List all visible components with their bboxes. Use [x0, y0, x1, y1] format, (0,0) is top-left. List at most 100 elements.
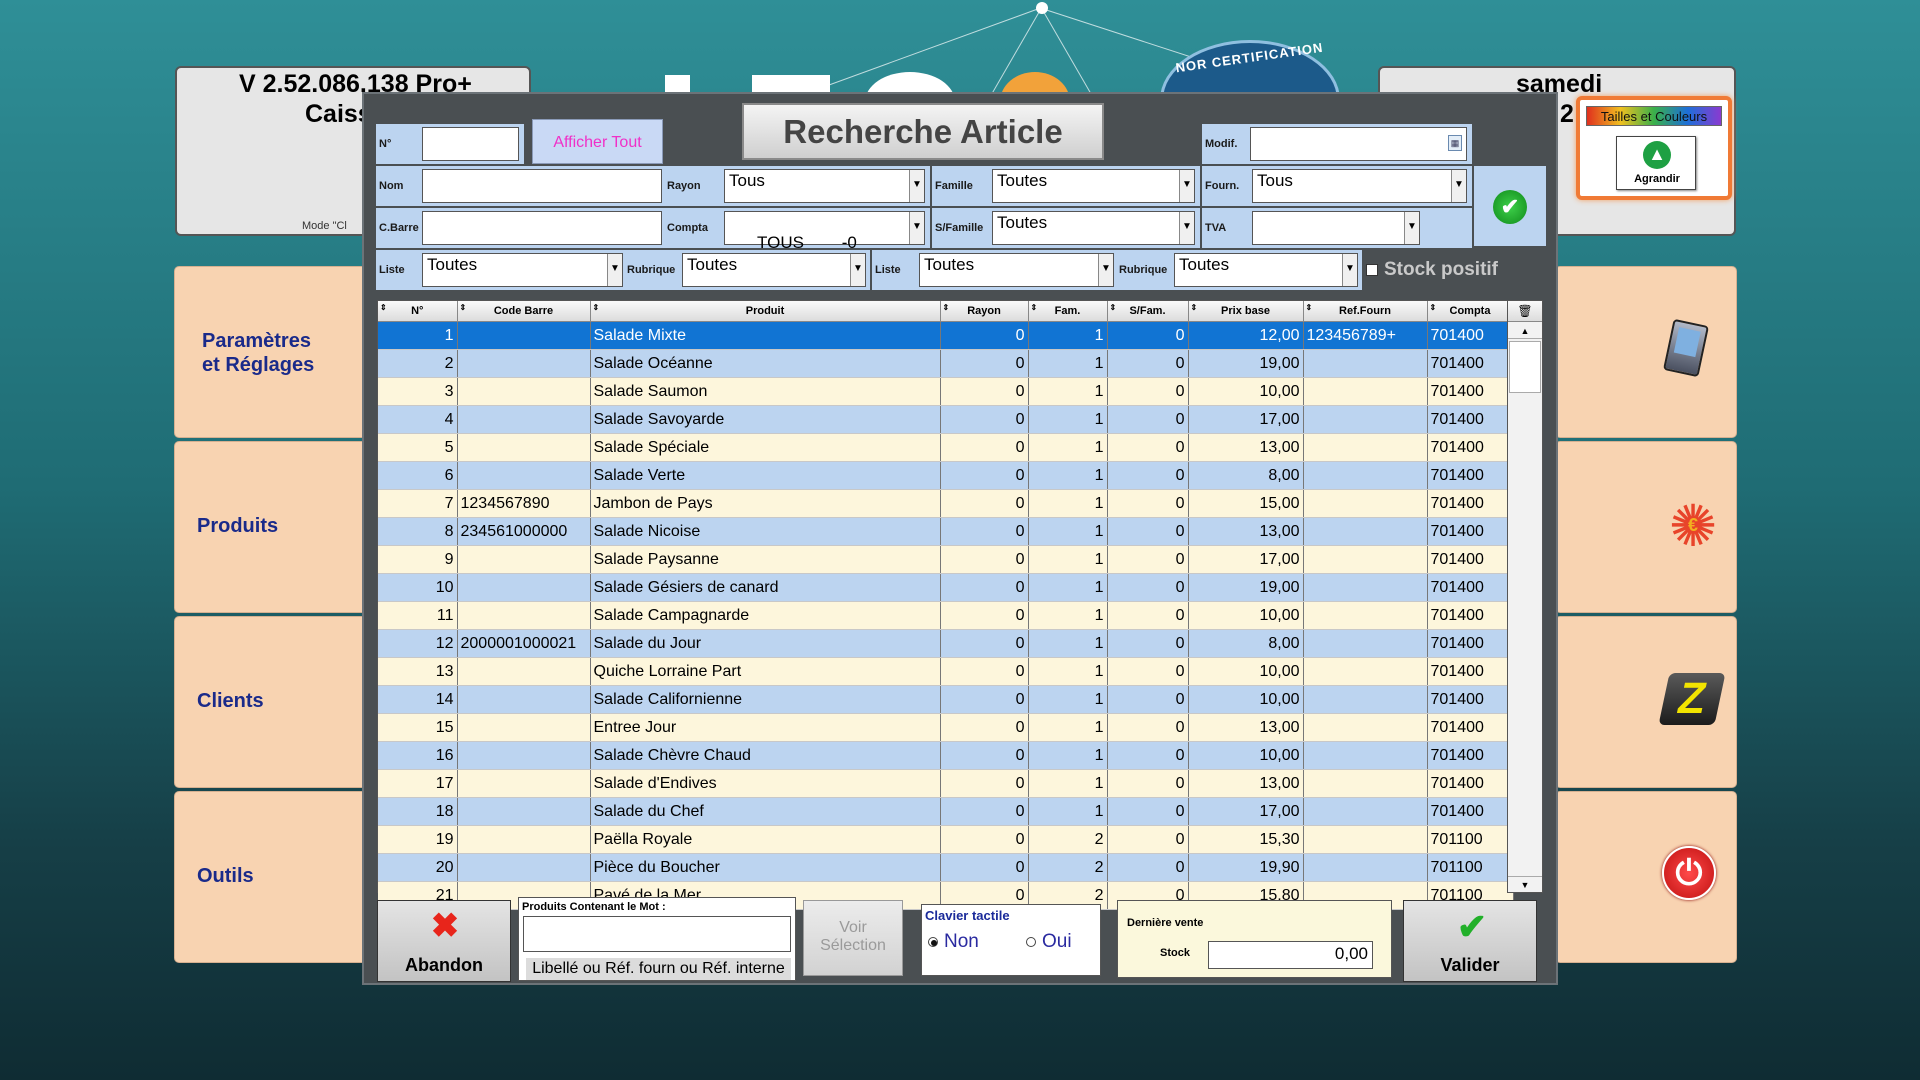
modif-input[interactable]: ▦ [1250, 127, 1467, 161]
valider-button[interactable]: ✔ Valider [1403, 900, 1537, 982]
tile-z[interactable]: Z [1556, 617, 1736, 787]
rubrique2-select[interactable]: Toutes ▼ [1174, 253, 1358, 287]
rayon-select[interactable]: Tous ▼ [724, 169, 925, 203]
table-row[interactable]: 18 Salade du Chef 0 1 0 17,00 701400 [378, 797, 1514, 826]
compta-select[interactable]: TOUS -0 ▼ [724, 211, 925, 252]
tile-pda[interactable] [1556, 267, 1736, 437]
cbarre-input[interactable] [422, 211, 662, 245]
scroll-down-arrow[interactable]: ▼ [1508, 876, 1542, 892]
table-row[interactable]: 6 Salade Verte 0 1 0 8,00 701400 [378, 461, 1514, 490]
column-header-produit[interactable]: Produit ⇕ [590, 301, 941, 322]
table-row[interactable]: 12 2000001000021 Salade du Jour 0 1 0 8,00 7014… [378, 629, 1514, 658]
chevron-down-icon[interactable]: ▼ [1404, 212, 1419, 244]
table-row[interactable]: 5 Salade Spéciale 0 1 0 13,00 701400 [378, 433, 1514, 462]
menu-clients[interactable]: Clients [175, 617, 370, 787]
chevron-down-icon[interactable]: ▼ [607, 254, 622, 286]
chevron-down-icon[interactable]: ▼ [909, 212, 924, 244]
tile-power[interactable]: ⏻ [1556, 792, 1736, 962]
column-header-rayon[interactable]: Rayon ⇕ [940, 301, 1029, 322]
column-header-code-barre[interactable]: Code Barre ⇕ [457, 301, 591, 322]
afficher-tout-button[interactable]: Afficher Tout [532, 119, 663, 164]
sort-icon[interactable]: ⇕ [1306, 303, 1313, 312]
cell-ref-fourn [1303, 769, 1428, 798]
table-row[interactable]: 13 Quiche Lorraine Part 0 1 0 10,00 701400 [378, 657, 1514, 686]
table-row[interactable]: 7 1234567890 Jambon de Pays 0 1 0 15,00 701400 [378, 489, 1514, 518]
radio-oui[interactable]: Oui [1026, 931, 1096, 955]
tailles-couleurs-widget[interactable]: Tailles et Couleurs ▲ Agrandir [1576, 96, 1732, 200]
table-row[interactable]: 8 234561000000 Salade Nicoise 0 1 0 13,00 70140… [378, 517, 1514, 546]
rubrique2-cell: Rubrique Toutes ▼ [1116, 250, 1362, 290]
table-row[interactable]: 9 Salade Paysanne 0 1 0 17,00 701400 [378, 545, 1514, 574]
radio-oui-dot[interactable] [1026, 937, 1036, 947]
agrandir-button[interactable]: ▲ Agrandir [1616, 136, 1696, 190]
rubrique-select[interactable]: Toutes ▼ [682, 253, 866, 287]
chevron-down-icon[interactable]: ▼ [1342, 254, 1357, 286]
tile-euro[interactable]: ✺ € [1556, 442, 1736, 612]
liste-select[interactable]: Toutes ▼ [422, 253, 623, 287]
table-row[interactable]: 11 Salade Campagnarde 0 1 0 10,00 701400 [378, 601, 1514, 630]
menu-outils[interactable]: Outils [175, 792, 370, 962]
sort-icon[interactable]: ⇕ [593, 303, 600, 312]
famille-select[interactable]: Toutes ▼ [992, 169, 1195, 203]
fourn-select[interactable]: Tous ▼ [1252, 169, 1467, 203]
radio-non[interactable]: Non [928, 931, 998, 955]
radio-non-dot[interactable] [928, 937, 938, 947]
checkbox-box[interactable] [1366, 264, 1378, 276]
abandon-button[interactable]: ✖ Abandon [377, 900, 511, 982]
chevron-down-icon[interactable]: ▼ [909, 170, 924, 202]
voir-selection-button[interactable]: Voir Sélection [803, 900, 903, 976]
sort-icon[interactable]: ⇕ [1430, 303, 1437, 312]
stock-value-input[interactable]: 0,00 [1208, 941, 1373, 969]
table-row[interactable]: 16 Salade Chèvre Chaud 0 1 0 10,00 701400 [378, 741, 1514, 770]
chevron-down-icon[interactable]: ▼ [1179, 170, 1194, 202]
table-row[interactable]: 20 Pièce du Boucher 0 2 0 19,90 701100 [378, 853, 1514, 882]
scroll-up-arrow[interactable]: ▲ [1508, 323, 1542, 339]
liste2-select[interactable]: Toutes ▼ [919, 253, 1114, 287]
chevron-down-icon[interactable]: ▼ [1098, 254, 1113, 286]
chevron-down-icon[interactable]: ▼ [850, 254, 865, 286]
tva-select[interactable]: ▼ [1252, 211, 1420, 245]
column-header-sfam[interactable]: S/Fam. ⇕ [1107, 301, 1189, 322]
column-header-prix-base[interactable]: Prix base ⇕ [1188, 301, 1304, 322]
cell-produit: Salade d'Endives [590, 769, 941, 798]
sort-icon[interactable]: ⇕ [1191, 303, 1198, 312]
scrollbar-track[interactable]: 🗑 ▲ ▼ [1507, 300, 1543, 893]
menu-parametres[interactable]: Paramètres et Réglages [175, 267, 370, 437]
sort-icon[interactable]: ⇕ [1110, 303, 1117, 312]
sort-icon[interactable]: ⇕ [943, 303, 950, 312]
sfamille-select[interactable]: Toutes ▼ [992, 211, 1195, 245]
no-input[interactable] [422, 127, 519, 161]
table-row[interactable]: 19 Paëlla Royale 0 2 0 15,30 701100 [378, 825, 1514, 854]
column-header-fam[interactable]: Fam. ⇕ [1028, 301, 1108, 322]
table-row[interactable]: 1 Salade Mixte 0 1 0 12,00 123456789+ 701400 [378, 321, 1514, 350]
table-row[interactable]: 2 Salade Océanne 0 1 0 19,00 701400 [378, 349, 1514, 378]
table-row[interactable]: 14 Salade Californienne 0 1 0 10,00 701400 [378, 685, 1514, 714]
nom-input[interactable] [422, 169, 662, 203]
rubrique-label: Rubrique [627, 264, 676, 276]
calendar-icon[interactable]: ▦ [1448, 135, 1462, 151]
chevron-down-icon[interactable]: ▼ [1179, 212, 1194, 244]
chevron-down-icon[interactable]: ▼ [1451, 170, 1466, 202]
confirm-filter-button[interactable]: ✔ [1474, 166, 1546, 246]
column-settings-icon[interactable]: 🗑 [1508, 301, 1542, 322]
sort-icon[interactable]: ⇕ [1031, 303, 1038, 312]
table-row[interactable]: 15 Entree Jour 0 1 0 13,00 701400 [378, 713, 1514, 742]
menu-produits[interactable]: Produits [175, 442, 370, 612]
cell-ref-fourn [1303, 405, 1428, 434]
cell-fam: 1 [1028, 461, 1108, 490]
scroll-thumb[interactable] [1509, 341, 1541, 393]
sort-icon[interactable]: ⇕ [380, 303, 387, 312]
produits-contenant-label: Produits Contenant le Mot : [522, 901, 666, 913]
table-row[interactable]: 10 Salade Gésiers de canard 0 1 0 19,00 701400 [378, 573, 1514, 602]
table-row[interactable]: 3 Salade Saumon 0 1 0 10,00 701400 [378, 377, 1514, 406]
column-header-ref-fourn[interactable]: Ref.Fourn ⇕ [1303, 301, 1428, 322]
table-row[interactable]: 17 Salade d'Endives 0 1 0 13,00 701400 [378, 769, 1514, 798]
table-row[interactable]: 4 Salade Savoyarde 0 1 0 17,00 701400 [378, 405, 1514, 434]
column-header-compta[interactable]: Compta ⇕ [1427, 301, 1514, 322]
cell-produit: Jambon de Pays [590, 489, 941, 518]
sort-icon[interactable]: ⇕ [460, 303, 467, 312]
column-header-no[interactable]: N° ⇕ [378, 301, 458, 322]
stock-positif-checkbox[interactable]: Stock positif [1366, 258, 1546, 284]
produits-contenant-input[interactable] [523, 916, 791, 952]
cell-no: 12 [378, 629, 458, 658]
